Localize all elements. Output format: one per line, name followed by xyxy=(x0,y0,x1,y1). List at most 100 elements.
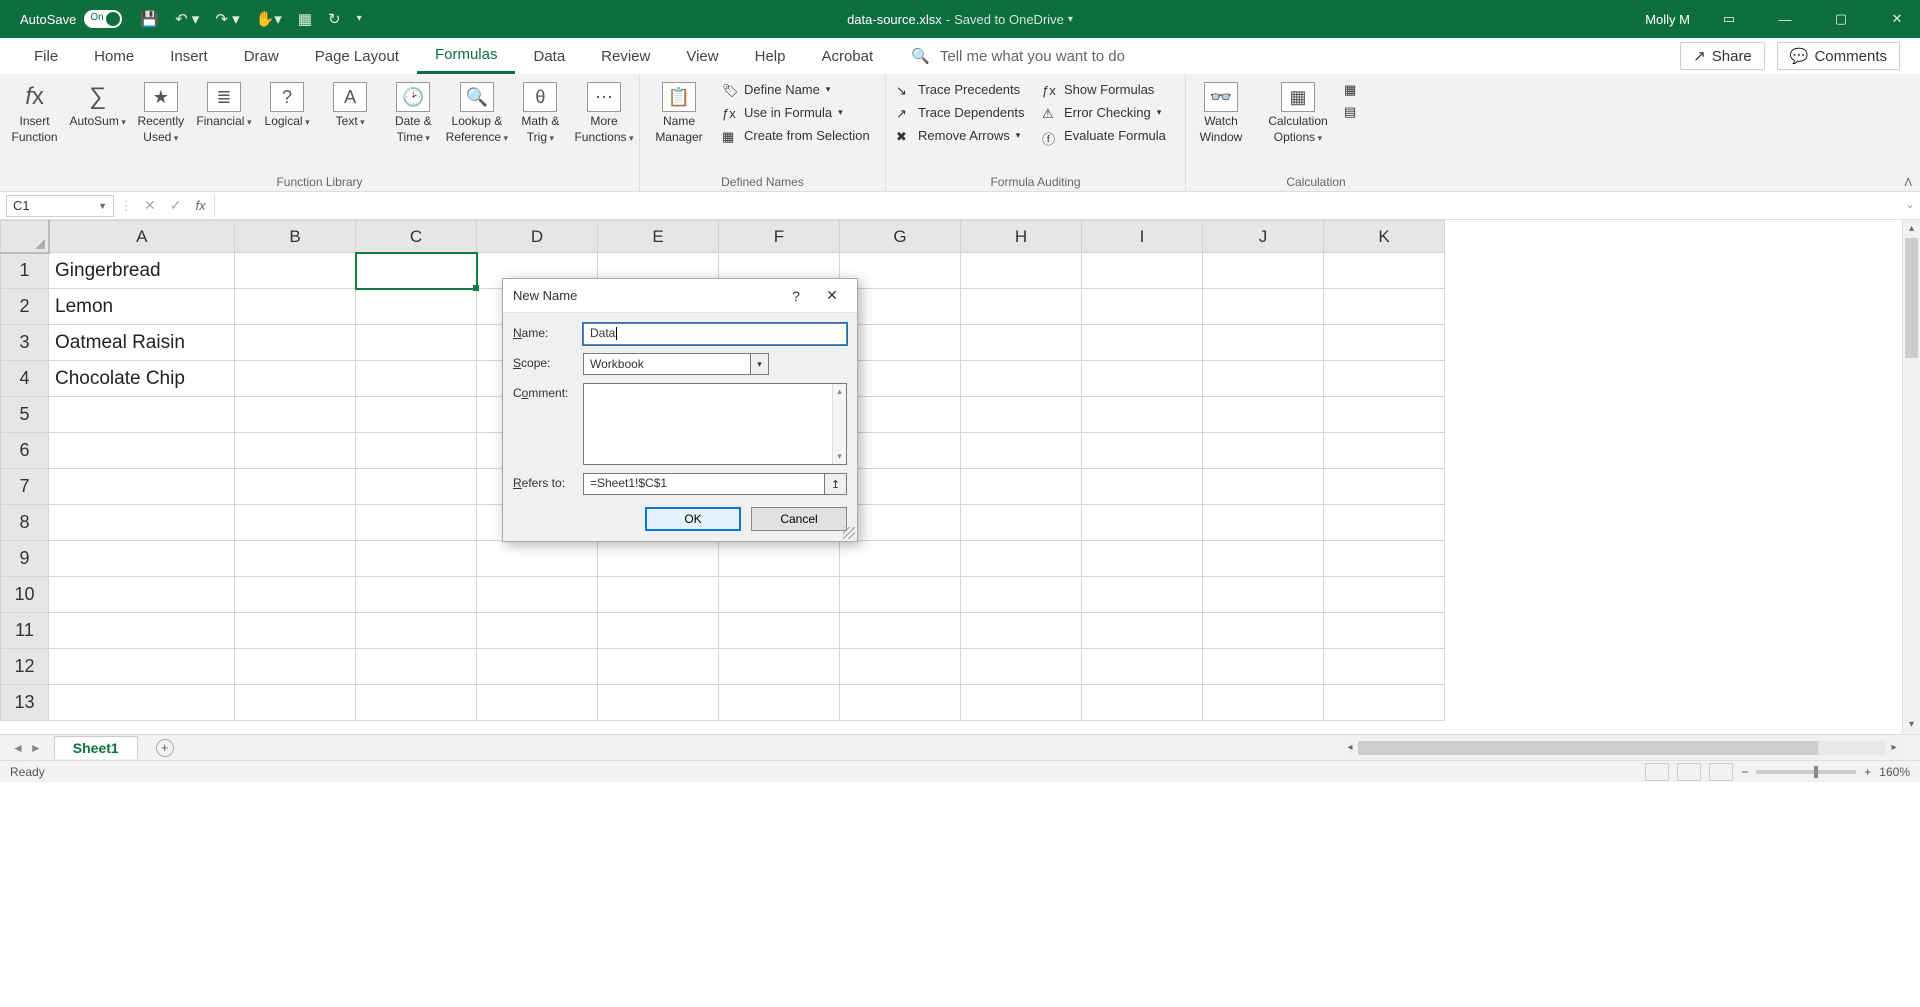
error-checking-button[interactable]: ⚠Error Checking ▾ xyxy=(1038,103,1178,122)
tab-file[interactable]: File xyxy=(16,38,76,74)
tab-page-layout[interactable]: Page Layout xyxy=(297,38,417,74)
scroll-left-icon[interactable]: ◂ xyxy=(1342,742,1358,753)
fx-icon[interactable]: fx xyxy=(195,198,205,213)
cell-A3[interactable]: Oatmeal Raisin xyxy=(49,325,235,361)
scroll-up-icon[interactable]: ▴ xyxy=(1903,220,1920,238)
row-header-8[interactable]: 8 xyxy=(1,505,49,541)
add-sheet-button[interactable]: + xyxy=(156,739,174,757)
close-button[interactable]: ✕ xyxy=(1874,0,1920,38)
column-header-J[interactable]: J xyxy=(1203,221,1324,253)
cell-B1[interactable] xyxy=(235,253,356,289)
user-name[interactable]: Molly M xyxy=(1645,12,1690,27)
cell-C1[interactable] xyxy=(356,253,477,289)
page-layout-view-button[interactable] xyxy=(1677,763,1701,781)
zoom-out-button[interactable]: − xyxy=(1741,765,1748,779)
column-header-H[interactable]: H xyxy=(961,221,1082,253)
sheet-next-icon[interactable]: ► xyxy=(30,741,42,755)
column-header-E[interactable]: E xyxy=(598,221,719,253)
trace-dependents-button[interactable]: ↗Trace Dependents xyxy=(892,103,1032,122)
normal-view-button[interactable] xyxy=(1645,763,1669,781)
ok-button[interactable]: OK xyxy=(645,507,741,531)
column-header-G[interactable]: G xyxy=(840,221,961,253)
scroll-down-icon[interactable]: ▾ xyxy=(837,451,842,462)
comment-textarea[interactable]: ▴▾ xyxy=(583,383,847,465)
calculate-sheet-button[interactable]: ▤ xyxy=(1340,102,1364,120)
tab-draw[interactable]: Draw xyxy=(226,38,297,74)
row-header-6[interactable]: 6 xyxy=(1,433,49,469)
zoom-level[interactable]: 160% xyxy=(1879,765,1910,779)
column-header-F[interactable]: F xyxy=(719,221,840,253)
toggle-switch[interactable]: On xyxy=(84,10,122,28)
refers-to-input[interactable]: =Sheet1!$C$1 xyxy=(583,473,825,495)
formula-input[interactable] xyxy=(214,195,1900,217)
cell-A1[interactable]: Gingerbread xyxy=(49,253,235,289)
cell-I1[interactable] xyxy=(1082,253,1203,289)
zoom-slider[interactable] xyxy=(1756,770,1856,774)
sheet-tab-sheet1[interactable]: Sheet1 xyxy=(54,736,138,759)
scope-dropdown-icon[interactable]: ▾ xyxy=(751,353,769,375)
tab-help[interactable]: Help xyxy=(737,38,804,74)
maximize-button[interactable]: ▢ xyxy=(1818,0,1864,38)
ribbon-options-icon[interactable]: ▭ xyxy=(1706,0,1752,38)
cell-A2[interactable]: Lemon xyxy=(49,289,235,325)
dropdown-icon[interactable]: ▾ xyxy=(1068,14,1073,25)
redo-icon[interactable]: ↷ ▾ xyxy=(215,12,239,27)
row-header-4[interactable]: 4 xyxy=(1,361,49,397)
column-header-I[interactable]: I xyxy=(1082,221,1203,253)
scope-select[interactable]: Workbook xyxy=(583,353,751,375)
watch-window-button[interactable]: 👓 WatchWindow xyxy=(1192,78,1250,191)
use-in-formula-button[interactable]: ƒxUse in Formula ▾ xyxy=(718,103,874,122)
enter-icon[interactable]: ✓ xyxy=(170,197,182,214)
define-name-button[interactable]: 🏷Define Name ▾ xyxy=(718,80,874,99)
scroll-up-icon[interactable]: ▴ xyxy=(837,386,842,397)
comments-button[interactable]: 💬 Comments xyxy=(1777,42,1900,70)
autosave-toggle[interactable]: AutoSave On xyxy=(20,10,122,28)
tab-data[interactable]: Data xyxy=(515,38,583,74)
page-break-view-button[interactable] xyxy=(1709,763,1733,781)
share-button[interactable]: ↗ Share xyxy=(1680,42,1765,70)
row-header-7[interactable]: 7 xyxy=(1,469,49,505)
form-icon[interactable]: ▦ xyxy=(298,12,312,27)
resize-grip[interactable] xyxy=(843,527,855,539)
row-header-9[interactable]: 9 xyxy=(1,541,49,577)
undo-icon[interactable]: ↶ ▾ xyxy=(175,12,199,27)
tab-home[interactable]: Home xyxy=(76,38,152,74)
tell-me-search[interactable]: 🔍 Tell me what you want to do xyxy=(911,47,1125,65)
remove-arrows-button[interactable]: ✖Remove Arrows ▾ xyxy=(892,126,1032,145)
touch-mode-icon[interactable]: ✋▾ xyxy=(256,12,282,27)
sheet-prev-icon[interactable]: ◄ xyxy=(12,741,24,755)
collapse-ribbon-icon[interactable]: ᐱ xyxy=(1904,176,1912,189)
qat-dropdown-icon[interactable]: ▾ xyxy=(357,14,362,24)
expand-formula-bar-icon[interactable]: ⌄ xyxy=(1900,200,1920,211)
dialog-title-bar[interactable]: New Name ? ✕ xyxy=(503,279,857,313)
chevron-down-icon[interactable]: ▼ xyxy=(98,201,107,211)
row-header-5[interactable]: 5 xyxy=(1,397,49,433)
refresh-icon[interactable]: ↻ xyxy=(328,12,341,27)
comment-scrollbar[interactable]: ▴▾ xyxy=(832,384,846,464)
column-header-B[interactable]: B xyxy=(235,221,356,253)
calculate-now-button[interactable]: ▦ xyxy=(1340,80,1364,98)
create-from-selection-button[interactable]: ▦Create from Selection xyxy=(718,126,874,145)
row-header-1[interactable]: 1 xyxy=(1,253,49,289)
row-header-13[interactable]: 13 xyxy=(1,685,49,721)
dialog-help-button[interactable]: ? xyxy=(781,283,811,309)
column-header-D[interactable]: D xyxy=(477,221,598,253)
row-header-2[interactable]: 2 xyxy=(1,289,49,325)
row-header-11[interactable]: 11 xyxy=(1,613,49,649)
column-header-K[interactable]: K xyxy=(1324,221,1445,253)
tab-insert[interactable]: Insert xyxy=(152,38,226,74)
document-title[interactable]: data-source.xlsx - Saved to OneDrive ▾ xyxy=(847,12,1073,27)
range-picker-button[interactable]: ↥ xyxy=(825,473,847,495)
cell-K1[interactable] xyxy=(1324,253,1445,289)
cancel-icon[interactable]: ✕ xyxy=(144,197,156,214)
hscroll-thumb[interactable] xyxy=(1358,741,1818,755)
name-box[interactable]: C1 ▼ xyxy=(6,195,114,217)
minimize-button[interactable]: — xyxy=(1762,0,1808,38)
tab-view[interactable]: View xyxy=(668,38,736,74)
column-header-C[interactable]: C xyxy=(356,221,477,253)
scroll-thumb[interactable] xyxy=(1905,238,1918,358)
cell-H1[interactable] xyxy=(961,253,1082,289)
cell-A4[interactable]: Chocolate Chip xyxy=(49,361,235,397)
cancel-button[interactable]: Cancel xyxy=(751,507,847,531)
dialog-close-button[interactable]: ✕ xyxy=(817,283,847,309)
